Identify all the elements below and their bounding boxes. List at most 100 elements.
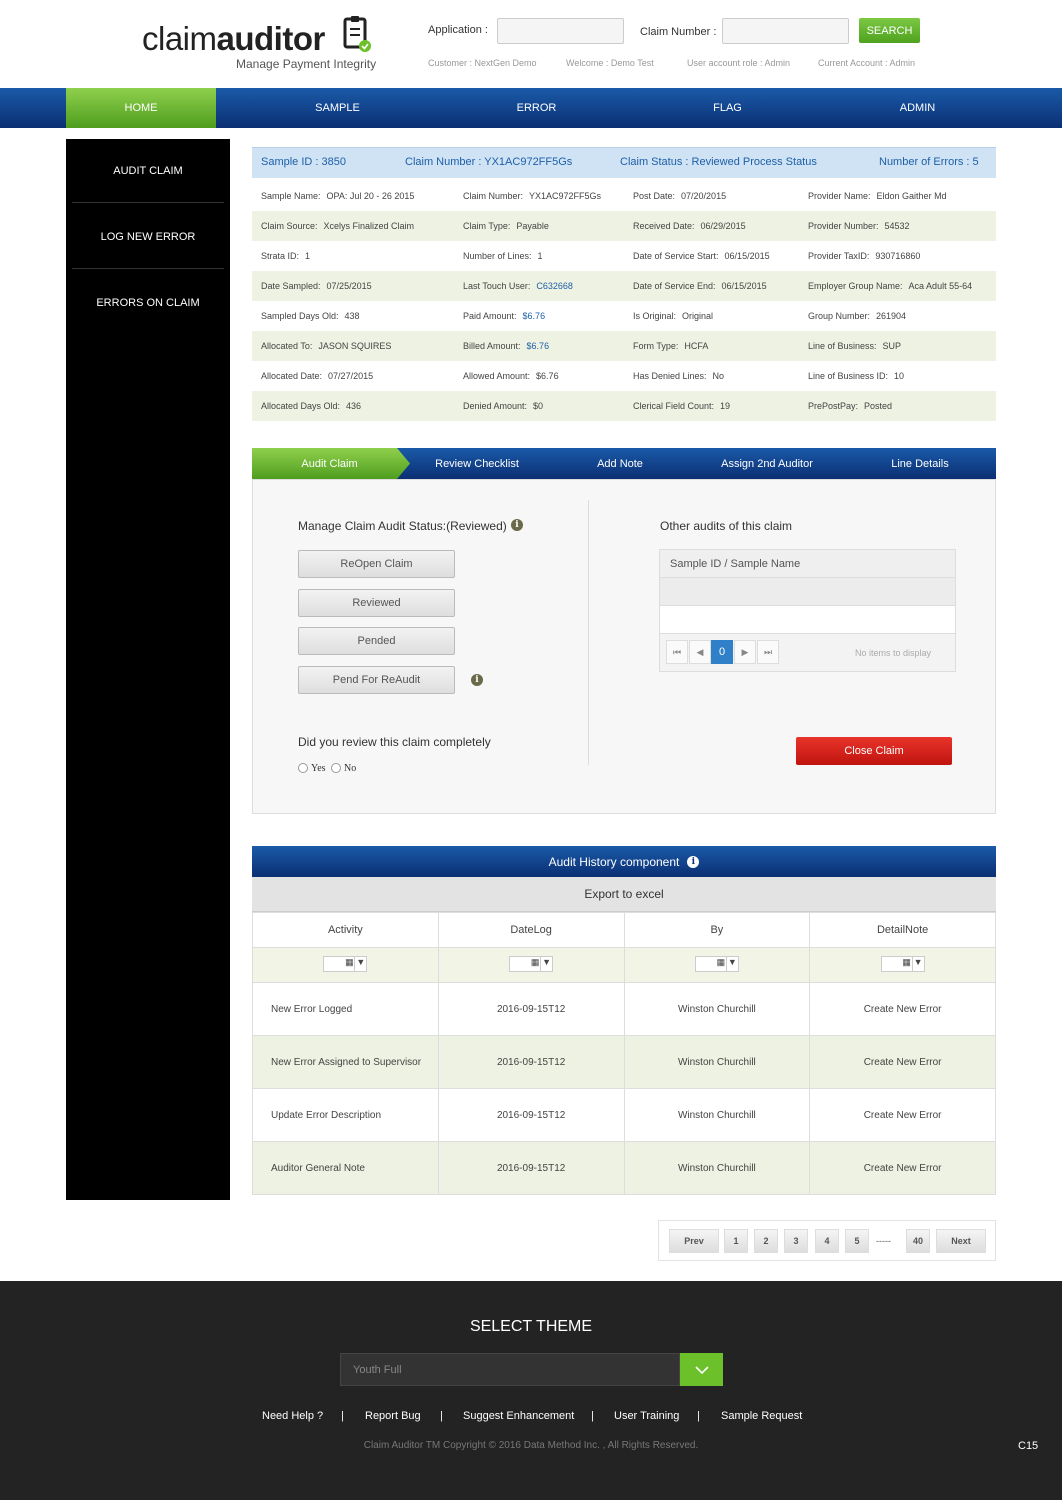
filter-input[interactable]: ▦ ▼	[694, 956, 739, 972]
page-40-button[interactable]: 40	[906, 1229, 930, 1253]
detail-date-of-service-end: Date of Service End: 06/15/2015	[633, 281, 767, 291]
nav-admin[interactable]: ADMIN	[845, 88, 990, 128]
detail-label: Line of Business:	[808, 341, 877, 351]
column-header[interactable]: Activity	[252, 912, 439, 948]
footer-link-help[interactable]: Need Help ?	[262, 1410, 323, 1422]
info-icon[interactable]: i	[687, 855, 700, 868]
cell-detailnote: Create New Error	[809, 982, 996, 1036]
sidebar-item-audit-claim[interactable]: AUDIT CLAIM	[72, 139, 224, 203]
detail-label: Claim Source:	[261, 221, 318, 231]
tab-line-details[interactable]: Line Details	[860, 448, 980, 479]
detail-value: 10	[894, 371, 905, 381]
yes-radio[interactable]	[298, 763, 308, 773]
detail-value: 06/15/2015	[721, 281, 767, 291]
no-radio[interactable]	[331, 763, 341, 773]
cell-by: Winston Churchill	[623, 982, 811, 1036]
claim-status: Claim Status : Reviewed Process Status	[620, 156, 817, 168]
filter-icon[interactable]: ▼	[725, 957, 738, 971]
grid-header[interactable]: Sample ID / Sample Name	[660, 550, 955, 578]
detail-claim-number: Claim Number: YX1AC972FF5Gs	[463, 191, 601, 201]
chevron-down-icon[interactable]	[680, 1353, 723, 1386]
pend-for-reaudit-button[interactable]: Pend For ReAudit	[298, 666, 455, 694]
detail-label: Date of Service End:	[633, 281, 716, 291]
customer-info: Customer : NextGen Demo	[428, 58, 537, 68]
footer-link-suggest-enhancement[interactable]: Suggest Enhancement	[463, 1410, 574, 1422]
page-1-button[interactable]: 1	[724, 1229, 748, 1253]
prev-page-icon[interactable]: ◀	[689, 640, 711, 664]
detail-label: Paid Amount:	[463, 311, 517, 321]
nav-flag[interactable]: FLAG	[655, 88, 800, 128]
detail-label: Allocated Date:	[261, 371, 323, 381]
column-header[interactable]: By	[623, 912, 811, 948]
detail-label: Date Sampled:	[261, 281, 321, 291]
detail-value: 54532	[884, 221, 910, 231]
footer-link-report-bug[interactable]: Report Bug	[365, 1410, 421, 1422]
reviewed-button[interactable]: Reviewed	[298, 589, 455, 617]
info-icon[interactable]: i	[471, 674, 483, 686]
current-page[interactable]: 0	[711, 640, 733, 664]
nav-error[interactable]: ERROR	[464, 88, 609, 128]
page-3-button[interactable]: 3	[784, 1229, 808, 1253]
audit-history-table: Activity DateLog By DetailNote ▦ ▼ ▦ ▼ ▦ ▼ …	[252, 912, 996, 1195]
nav-home[interactable]: HOME	[66, 88, 216, 128]
logo: claimauditor	[142, 20, 325, 57]
sidebar-item-errors-on-claim[interactable]: ERRORS ON CLAIM	[72, 271, 224, 335]
detail-value[interactable]: $6.76	[527, 341, 550, 351]
next-button[interactable]: Next	[936, 1229, 986, 1253]
table-row[interactable]: New Error Assigned to Supervisor 2016-09…	[252, 1035, 996, 1089]
calendar-icon: ▦	[530, 957, 540, 967]
pended-button[interactable]: Pended	[298, 627, 455, 655]
sidebar-item-log-new-error[interactable]: LOG NEW ERROR	[72, 205, 224, 269]
detail-label: Claim Type:	[463, 221, 511, 231]
tab-assign-2nd-auditor[interactable]: Assign 2nd Auditor	[702, 448, 832, 479]
filter-icon[interactable]: ▼	[354, 957, 366, 971]
column-header[interactable]: DetailNote	[809, 912, 996, 948]
tagline: Manage Payment Integrity	[236, 57, 377, 71]
prev-button[interactable]: Prev	[669, 1229, 719, 1253]
cell-by: Winston Churchill	[623, 1035, 811, 1089]
table-row[interactable]: Auditor General Note 2016-09-15T12 Winst…	[252, 1141, 996, 1195]
export-excel-button[interactable]: Export to excel	[252, 877, 996, 912]
detail-label: Allowed Amount:	[463, 371, 531, 381]
filter-input[interactable]: ▦ ▼	[509, 956, 554, 972]
next-page-icon[interactable]: ▶	[734, 640, 756, 664]
nav-sample[interactable]: SAMPLE	[265, 88, 410, 128]
detail-value[interactable]: $6.76	[523, 311, 546, 321]
tab-audit-claim[interactable]: Audit Claim	[262, 448, 397, 479]
tab-review-checklist[interactable]: Review Checklist	[412, 448, 542, 479]
reopen-claim-button[interactable]: ReOpen Claim	[298, 550, 455, 578]
table-row[interactable]: New Error Logged 2016-09-15T12 Winston C…	[252, 982, 996, 1036]
detail-label: Allocated To:	[261, 341, 313, 351]
theme-select[interactable]: Youth Full	[340, 1353, 680, 1386]
detail-value[interactable]: C632668	[536, 281, 573, 291]
column-header[interactable]: DateLog	[437, 912, 625, 948]
audit-history-title: Audit History component	[548, 854, 680, 869]
filter-icon[interactable]: ▼	[911, 957, 924, 971]
filter-input[interactable]: ▦ ▼	[323, 956, 368, 972]
detail-label: Post Date:	[633, 191, 676, 201]
page-5-button[interactable]: 5	[845, 1229, 869, 1253]
search-button[interactable]: SEARCH	[859, 18, 920, 43]
info-icon[interactable]: i	[511, 519, 523, 531]
cell-activity: New Error Assigned to Supervisor	[252, 1035, 439, 1089]
footer-link-sample-request[interactable]: Sample Request	[721, 1410, 802, 1422]
table-row[interactable]: Update Error Description 2016-09-15T12 W…	[252, 1088, 996, 1142]
footer-link-user-training[interactable]: User Training	[614, 1410, 679, 1422]
first-page-icon[interactable]: ⏮	[666, 640, 688, 664]
last-page-icon[interactable]: ⏭	[757, 640, 779, 664]
filter-input[interactable]: ▦ ▼	[880, 956, 925, 972]
detail-value: HCFA	[684, 341, 709, 351]
application-label: Application :	[428, 24, 488, 36]
tab-add-note[interactable]: Add Note	[560, 448, 680, 479]
claim-number-input[interactable]	[722, 18, 849, 44]
detail-value: $6.76	[536, 371, 559, 381]
detail-label: Date of Service Start:	[633, 251, 719, 261]
close-claim-button[interactable]: Close Claim	[796, 737, 952, 765]
page-2-button[interactable]: 2	[754, 1229, 778, 1253]
claim-number-label: Claim Number :	[640, 26, 717, 38]
detail-label: Allocated Days Old:	[261, 401, 341, 411]
filter-icon[interactable]: ▼	[540, 957, 552, 971]
application-input[interactable]	[497, 18, 624, 44]
sample-id: Sample ID : 3850	[261, 156, 346, 168]
page-4-button[interactable]: 4	[815, 1229, 839, 1253]
